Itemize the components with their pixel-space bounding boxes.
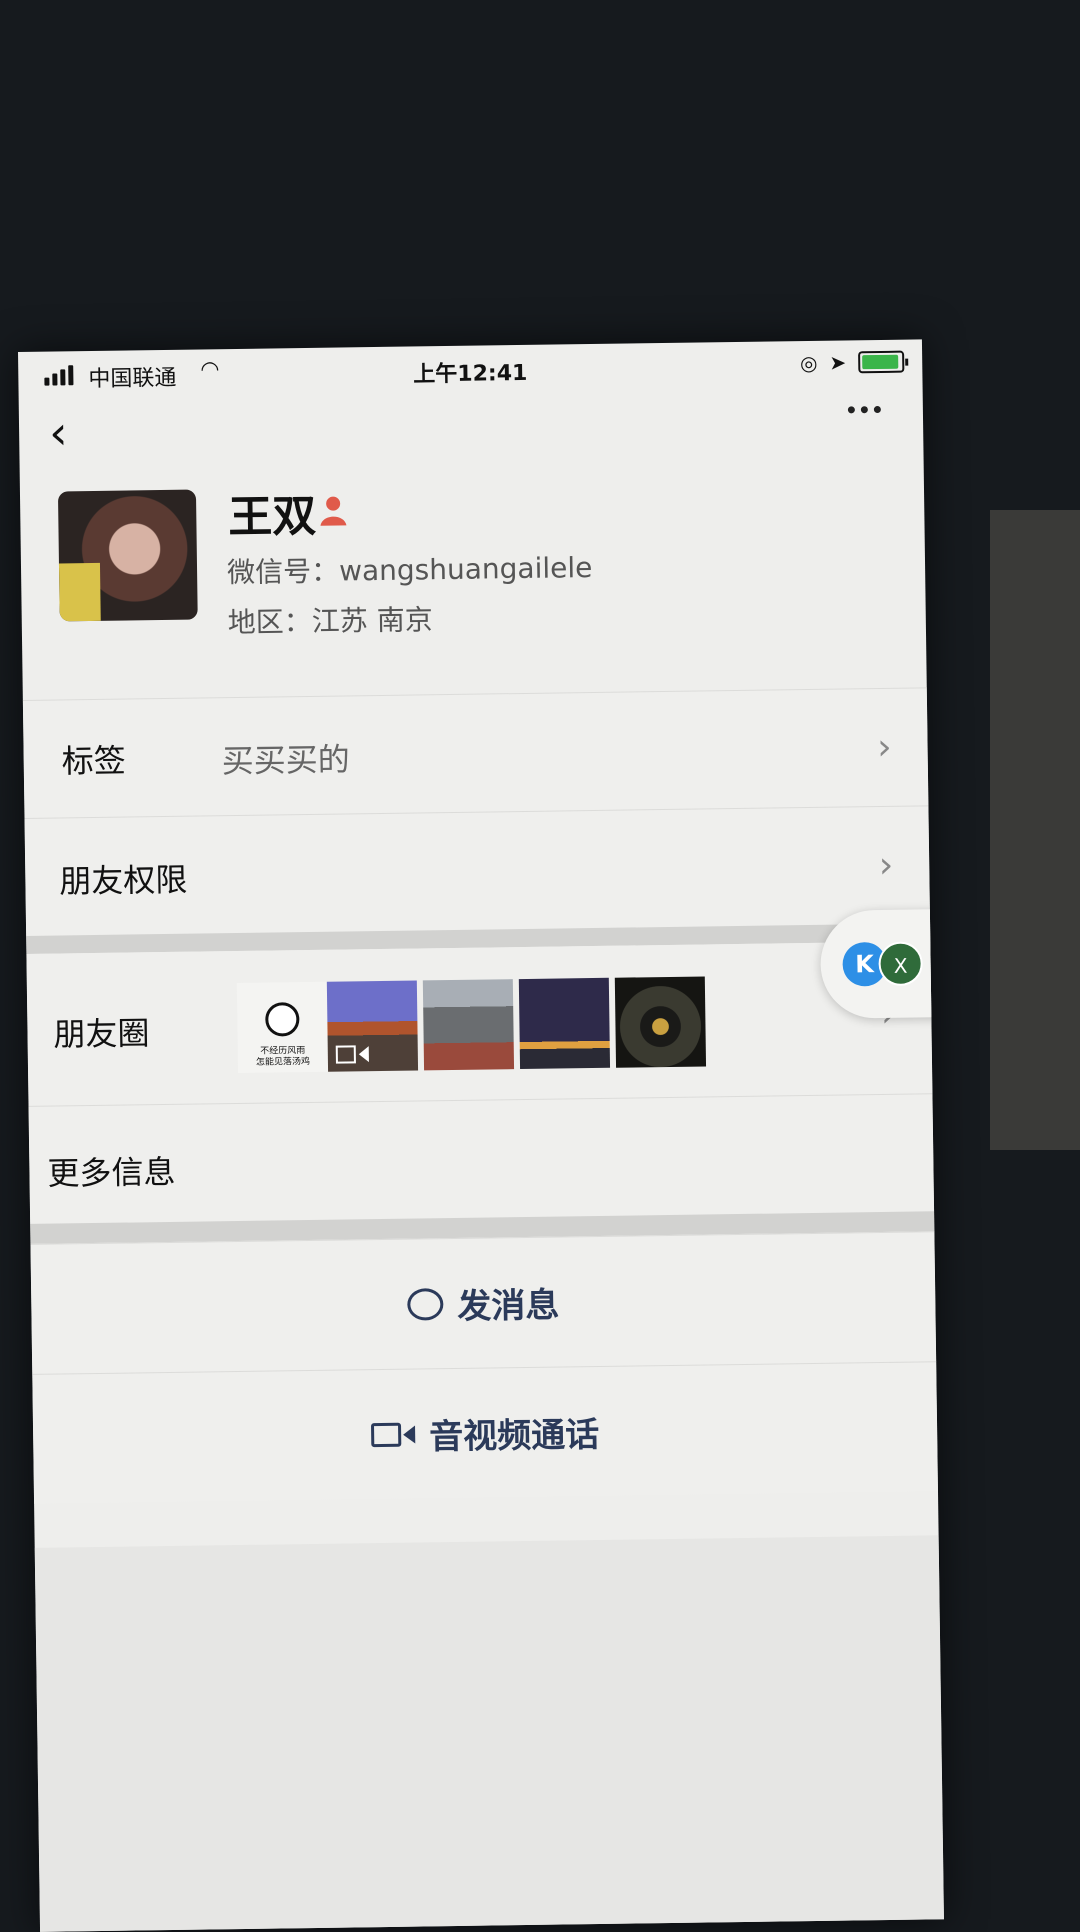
send-message-button[interactable]: 发消息 [30,1231,937,1374]
friend-permissions-row[interactable]: 朋友权限 › [24,805,931,936]
chevron-right-icon: › [878,844,894,887]
device-bezel [990,510,1080,1150]
phone-screen: 中国联通 ◠ 上午12:41 ◎ ➤ ‹ 王双 微信号：wangshuangai… [18,339,944,1932]
status-bar: 中国联通 ◠ 上午12:41 ◎ ➤ [18,339,923,404]
video-camera-icon [370,1422,416,1447]
chat-bubble-icon [407,1287,444,1321]
moments-thumb[interactable] [518,977,611,1070]
floating-app-switcher[interactable]: K X [819,909,944,1019]
chevron-right-icon: › [876,726,892,769]
x-app-icon[interactable]: X [878,941,923,987]
moments-label: 朋友圈 [53,1014,150,1054]
moments-thumb[interactable] [614,976,707,1068]
friend-permissions-label: 朋友权限 [59,860,188,901]
meme-caption: 不经历风雨 怎能见落汤鸡 [255,1046,311,1068]
battery-icon [858,350,905,374]
moments-thumbnails: 不经历风雨 怎能见落汤鸡 [236,976,718,1075]
more-info-label: 更多信息 [47,1152,176,1193]
contact-name: 王双 [227,490,317,544]
moments-thumb[interactable]: 不经历风雨 怎能见落汤鸡 [236,981,329,1073]
empty-area [34,1535,944,1932]
wechat-id: 微信号：wangshuangailele [226,551,593,590]
video-call-button[interactable]: 音视频通话 [32,1361,938,1504]
status-time: 上午12:41 [413,360,528,388]
tags-value: 买买买的 [221,740,351,781]
tags-row[interactable]: 标签 买买买的 › [22,687,929,818]
tags-label: 标签 [61,741,126,781]
more-info-row[interactable]: 更多信息 [28,1093,935,1224]
video-call-label: 音视频通话 [428,1414,600,1458]
moments-thumb[interactable] [422,979,515,1071]
orientation-lock-icon: ◎ [799,350,818,376]
location-icon: ➤ [829,350,847,375]
region: 地区：江苏 南京 [227,603,433,640]
send-message-label: 发消息 [457,1285,560,1327]
video-icon [335,1045,369,1064]
more-options-button[interactable] [847,405,881,414]
person-icon [320,496,347,526]
avatar[interactable] [57,489,198,622]
battery-fill [862,354,899,370]
moments-row[interactable]: 朋友圈 不经历风雨 怎能见落汤鸡 › [26,941,933,1106]
moments-thumb[interactable] [326,980,419,1072]
back-button[interactable]: ‹ [49,405,68,459]
